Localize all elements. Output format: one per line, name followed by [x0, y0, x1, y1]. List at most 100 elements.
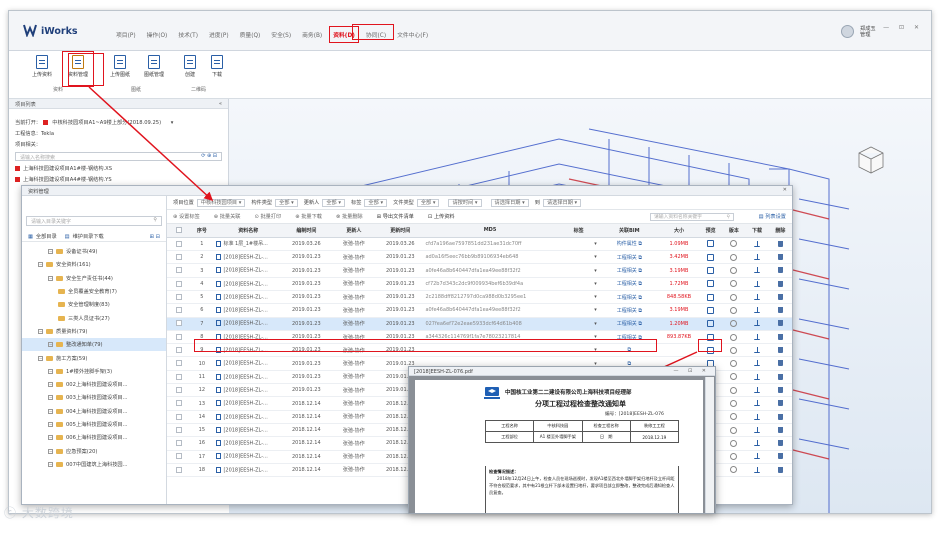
version-icon[interactable]: [730, 386, 738, 394]
row-checkbox[interactable]: [175, 347, 182, 354]
download-icon[interactable]: [754, 426, 761, 433]
row-checkbox[interactable]: [175, 440, 182, 447]
filter-select[interactable]: 全部 ▾: [275, 198, 298, 207]
tree-item[interactable]: − 1#楼外挂脚手架(3): [22, 365, 166, 378]
delete-icon[interactable]: [777, 307, 783, 314]
filter-select[interactable]: 全部 ▾: [322, 198, 346, 207]
tree-item[interactable]: − 整改通知单(79): [22, 338, 166, 352]
download-icon[interactable]: [754, 360, 761, 367]
delete-icon[interactable]: [777, 253, 783, 260]
expand-toggle-icon[interactable]: −: [48, 395, 53, 401]
menu-item[interactable]: 协同(C): [366, 30, 386, 39]
delete-icon[interactable]: [777, 440, 783, 447]
version-icon[interactable]: [730, 373, 738, 381]
version-icon[interactable]: [730, 400, 738, 407]
column-header[interactable]: 下载: [745, 224, 769, 238]
data-management-button[interactable]: 资料管理: [62, 51, 94, 87]
chevron-down-icon[interactable]: ▾: [594, 281, 597, 287]
delete-icon[interactable]: [777, 240, 783, 247]
column-header[interactable]: 资料名称: [213, 224, 284, 238]
row-checkbox[interactable]: [175, 267, 182, 274]
preview-body[interactable]: 中国核工业第二二建设有限公司上海科技项目经理部 分项工程过程检查整改通知单 编号…: [409, 376, 715, 513]
filter-select[interactable]: 请选择日期 ▾: [542, 198, 582, 207]
tree-item[interactable]: − 004上海科技园建设项目...: [22, 405, 166, 418]
delete-icon[interactable]: [777, 320, 783, 327]
expand-toggle-icon[interactable]: −: [48, 448, 53, 454]
delete-icon[interactable]: [777, 333, 783, 340]
tree-item[interactable]: − 005上海科技园建设项目...: [22, 418, 166, 431]
search-icon[interactable]: ⚲: [153, 217, 157, 223]
expand-toggle-icon[interactable]: −: [48, 382, 53, 388]
preview-icon[interactable]: [707, 240, 715, 248]
link-icon[interactable]: ⧉: [637, 335, 642, 341]
file-name[interactable]: [2018]EESH-ZL-...: [223, 254, 267, 260]
file-name[interactable]: [2018]EESH-ZL-...: [223, 467, 267, 473]
toolbar-button[interactable]: ⊕ 批量下载: [295, 213, 322, 220]
column-header[interactable]: 标签: [557, 224, 600, 238]
download-icon[interactable]: [754, 386, 761, 393]
menu-item[interactable]: 进度(P): [209, 30, 229, 39]
file-name[interactable]: [2018]EESH-ZL-...: [223, 441, 267, 447]
file-name[interactable]: [2018]EESH-ZL-...: [223, 414, 267, 420]
link-icon[interactable]: ⧉: [637, 295, 642, 301]
preview-icon[interactable]: [707, 346, 715, 354]
bim-link[interactable]: 工程相关: [617, 295, 637, 301]
preview-icon[interactable]: [707, 293, 715, 301]
column-header[interactable]: 删除: [768, 224, 792, 238]
column-header[interactable]: 预览: [699, 224, 723, 238]
file-name[interactable]: [2018]EESH-ZL-...: [223, 374, 267, 380]
select-all-checkbox[interactable]: [175, 227, 182, 234]
version-icon[interactable]: [730, 333, 738, 341]
menu-item[interactable]: 安全(S): [271, 30, 291, 39]
tree-item[interactable]: − 006上海科技园建设项目...: [22, 431, 166, 444]
bim-link[interactable]: 工程相关: [617, 335, 637, 341]
upload-drawing-button[interactable]: 上传图纸: [105, 55, 135, 78]
column-header[interactable]: [167, 224, 191, 238]
tree-item[interactable]: − 设备证书(49): [22, 245, 166, 258]
row-checkbox[interactable]: [175, 466, 182, 473]
refresh-icon[interactable]: ⟳ ⊕ ⊟: [201, 153, 217, 159]
file-name[interactable]: [2018]EESH-ZL-...: [223, 348, 267, 354]
filter-select[interactable]: 全部 ▾: [364, 198, 388, 207]
table-row[interactable]: 5 [2018]EESH-ZL-... 2019.01.23 张弛-协作 2019.01…: [167, 290, 792, 305]
column-header[interactable]: 版本: [722, 224, 746, 238]
table-row[interactable]: 7 [2018]EESH-ZL-... 2019.01.23 张弛-协作 2019.01…: [167, 317, 792, 331]
row-checkbox[interactable]: [175, 400, 182, 407]
version-icon[interactable]: [730, 267, 738, 275]
search-icon[interactable]: ⚲: [726, 214, 730, 221]
preview-scrollbar[interactable]: [705, 377, 714, 513]
file-name[interactable]: [2018]EESH-ZL-...: [223, 334, 267, 340]
download-icon[interactable]: [754, 240, 761, 247]
project-search-input[interactable]: 请输入名称搜索 ⟳ ⊕ ⊟: [15, 152, 222, 161]
row-checkbox[interactable]: [175, 453, 182, 460]
toolbar-button[interactable]: ⊕ 设置标签: [173, 213, 200, 220]
download-icon[interactable]: [754, 320, 761, 327]
delete-icon[interactable]: [777, 466, 783, 473]
delete-icon[interactable]: [777, 453, 783, 460]
link-icon[interactable]: ⧉: [637, 281, 642, 287]
expand-toggle-icon[interactable]: −: [48, 368, 53, 374]
download-icon[interactable]: [754, 307, 761, 314]
version-icon[interactable]: [730, 240, 738, 248]
delete-icon[interactable]: [777, 426, 783, 433]
tree-item[interactable]: 安全管理制度(83): [22, 298, 166, 311]
column-header[interactable]: 序号: [190, 224, 214, 238]
delete-icon[interactable]: [777, 293, 783, 300]
download-icon[interactable]: [754, 333, 761, 340]
chevron-down-icon[interactable]: ▾: [594, 321, 597, 327]
drawing-management-button[interactable]: 图纸管理: [139, 55, 169, 78]
download-icon[interactable]: [754, 413, 761, 420]
menu-item[interactable]: 质量(Q): [240, 30, 261, 39]
window-controls[interactable]: — ⊡ ✕: [883, 24, 923, 31]
download-icon[interactable]: [754, 400, 761, 407]
file-name[interactable]: [2018]EESH-ZL-...: [223, 454, 267, 460]
file-name[interactable]: [2018]EESH-ZL-...: [223, 387, 267, 393]
chevron-down-icon[interactable]: ▾: [594, 268, 597, 274]
menu-item[interactable]: 文件中心(F): [397, 30, 428, 39]
chevron-down-icon[interactable]: ▾: [594, 347, 597, 353]
column-header[interactable]: 大小: [658, 224, 699, 238]
version-icon[interactable]: [730, 426, 738, 434]
row-checkbox[interactable]: [175, 293, 182, 300]
upload-data-button[interactable]: 上传资料: [27, 55, 57, 78]
download-icon[interactable]: [754, 267, 761, 274]
